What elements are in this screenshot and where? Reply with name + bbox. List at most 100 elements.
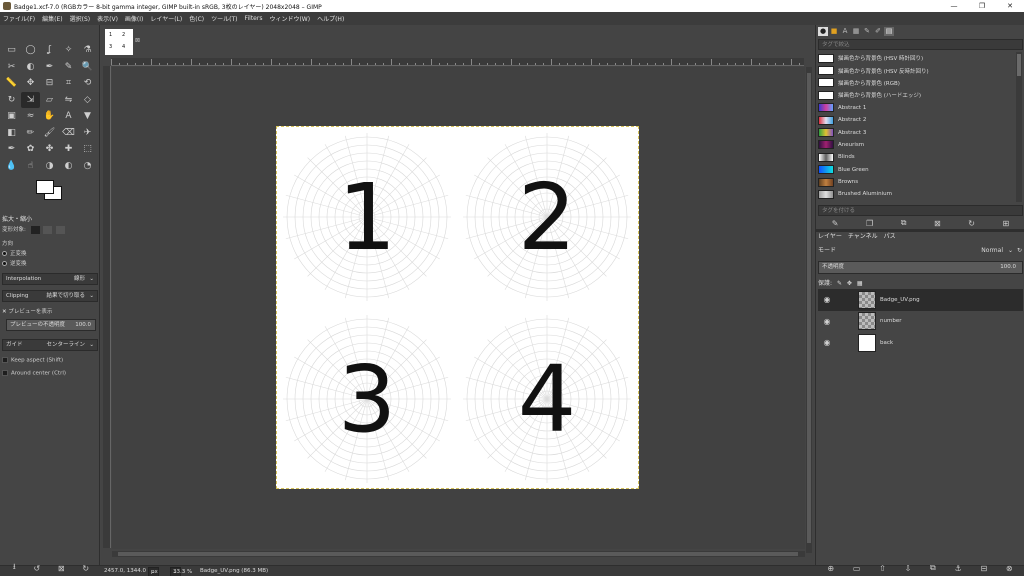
paint-dynamics-tab-icon[interactable]: ✐ [873, 27, 883, 36]
transform-selection-icon[interactable] [43, 225, 53, 234]
gradient-item[interactable]: 描画色から背景色 (ハードエッジ) [818, 89, 1016, 101]
clipping-select[interactable]: Clipping 結果で切り取る ⌄ [2, 290, 98, 302]
color-picker-tool-icon[interactable]: ✎ [59, 59, 78, 76]
gradient-button-3[interactable]: ⊠ [934, 219, 941, 228]
rotate-tool-icon[interactable]: ↻ [2, 92, 21, 109]
scissors-tool-icon[interactable]: ✂ [2, 59, 21, 76]
menu-item-7[interactable]: ツール(T) [211, 14, 237, 23]
gradient-button-1[interactable]: ❐ [866, 219, 873, 228]
tab-channels[interactable]: チャンネル [848, 231, 878, 240]
minimize-button[interactable]: — [940, 0, 968, 12]
menu-item-5[interactable]: レイヤー(L) [150, 14, 182, 23]
perspective-clone-tool-icon[interactable]: ⬚ [78, 141, 97, 158]
scale-tool-icon[interactable]: ⇲ [21, 91, 40, 108]
airbrush-tool-icon[interactable]: ✈ [78, 125, 97, 142]
horizontal-ruler[interactable] [111, 58, 804, 66]
gradient-item[interactable]: 描画色から背景色 (RGB) [818, 77, 1016, 89]
dodge-burn-tool-icon[interactable]: ◔ [78, 158, 97, 175]
menu-item-2[interactable]: 選択(S) [70, 14, 91, 23]
eye-icon[interactable]: ◉ [820, 317, 834, 326]
blur-tool-icon[interactable]: 💧 [2, 158, 21, 175]
image-tab-thumbnail[interactable]: 1 2 3 4 [105, 29, 133, 55]
layer-opacity-slider[interactable]: 不透明度 100.0 [818, 261, 1023, 274]
eye-icon[interactable]: ◉ [820, 295, 834, 304]
gradient-item[interactable]: 描画色から背景色 (HSV 反時計回り) [818, 64, 1016, 76]
shear-tool-icon[interactable]: ▱ [40, 92, 59, 109]
heal-tool-icon[interactable]: ✚ [59, 141, 78, 158]
smudge-tool-icon[interactable]: ☝ [21, 158, 40, 175]
scroll-thumb[interactable] [118, 552, 798, 556]
toolbox-button-3[interactable]: ↻ [82, 564, 89, 573]
lock-pixels-icon[interactable]: ✎ [837, 280, 842, 287]
lock-position-icon[interactable]: ✥ [847, 280, 852, 287]
scroll-thumb[interactable] [807, 73, 811, 543]
image-canvas[interactable]: 1 2 3 4 [276, 126, 639, 489]
eye-icon[interactable]: ◉ [820, 338, 834, 347]
close-button[interactable]: ✕ [996, 0, 1024, 12]
layer-button-6[interactable]: ⊟ [980, 564, 987, 573]
menu-item-1[interactable]: 編集(E) [42, 14, 62, 23]
gradient-button-5[interactable]: ⊞ [1003, 219, 1010, 228]
foreground-color-swatch[interactable] [36, 180, 54, 194]
blend-tool-icon[interactable]: ◧ [2, 125, 21, 142]
gradient-scrollbar[interactable] [1016, 52, 1022, 202]
foreground-select-tool-icon[interactable]: ◐ [21, 59, 40, 76]
gradient-item[interactable]: Abstract 1 [818, 102, 1016, 114]
direction-reverse-radio[interactable]: 逆変換 [2, 259, 27, 267]
gradient-button-2[interactable]: ⧉ [901, 218, 907, 228]
layer-button-4[interactable]: ⧉ [930, 563, 936, 573]
menu-item-9[interactable]: ウィンドウ(W) [269, 14, 310, 23]
menu-item-0[interactable]: ファイル(F) [3, 14, 35, 23]
transform-layer-icon[interactable] [30, 225, 40, 234]
flip-tool-icon[interactable]: ⇋ [59, 92, 78, 109]
layer-button-5[interactable]: ⚓ [955, 564, 962, 573]
menu-item-4[interactable]: 画像(I) [125, 14, 143, 23]
ink-tool-icon[interactable]: ✒ [2, 141, 21, 158]
layer-row[interactable]: ◉ number [818, 311, 1023, 333]
tab-paths[interactable]: パス [884, 231, 896, 240]
gradient-item[interactable]: Abstract 2 [818, 114, 1016, 126]
layer-button-3[interactable]: ⇩ [905, 564, 912, 573]
crop-tool-icon[interactable]: ⌗ [59, 75, 78, 92]
vertical-ruler[interactable] [103, 66, 111, 548]
close-tab-icon[interactable]: ⊠ [135, 37, 140, 44]
paintbrush-tool-icon[interactable]: 🖌 [40, 125, 59, 142]
gradient-item[interactable]: Abstract 3 [818, 126, 1016, 138]
text-tool-icon[interactable]: A [59, 108, 78, 125]
mypaint-tab-icon[interactable]: ✎ [862, 27, 872, 36]
layer-button-2[interactable]: ⇧ [879, 564, 886, 573]
free-select-tool-icon[interactable]: ʆ [40, 42, 59, 59]
warp-tool-icon[interactable]: ≈ [21, 108, 40, 125]
transform-path-icon[interactable] [56, 225, 66, 234]
layer-mode-row[interactable]: モード Normal ⌄ ↻ [818, 245, 1023, 257]
show-preview-checkbox[interactable]: ✕ プレビューを表示 [2, 307, 52, 315]
maximize-button[interactable]: ❐ [968, 0, 996, 12]
menu-item-8[interactable]: Filters [244, 15, 262, 22]
align-tool-icon[interactable]: ⊟ [40, 75, 59, 92]
measure-tool-icon[interactable]: 📏 [2, 75, 21, 92]
layer-row[interactable]: ◉ Badge_UV.png [818, 289, 1023, 311]
mode-value[interactable]: Normal [981, 245, 1003, 257]
vertical-scrollbar[interactable] [806, 67, 812, 553]
dodge-tool-icon[interactable]: ◑ [40, 158, 59, 175]
fg-bg-colors[interactable] [36, 180, 66, 204]
move-tool-icon[interactable]: ✥ [21, 75, 40, 92]
gradient-tag-assign[interactable]: タグを付ける [818, 205, 1023, 216]
fonts-tab-icon[interactable]: A [840, 27, 850, 36]
menu-item-6[interactable]: 色(C) [189, 14, 204, 23]
toolbox-button-2[interactable]: ⊠ [58, 564, 65, 573]
burn-tool-icon[interactable]: ◐ [59, 158, 78, 175]
paths-tool-icon[interactable]: ✒ [40, 59, 59, 76]
menu-item-3[interactable]: 表示(V) [97, 14, 118, 23]
rect-select-tool-icon[interactable]: ▭ [2, 42, 21, 59]
canvas-view[interactable]: 1 2 3 4 [112, 67, 805, 549]
fuzzy-select-tool-icon[interactable]: ✧ [59, 42, 78, 59]
lock-alpha-icon[interactable]: ▦ [857, 280, 863, 287]
cage-tool-icon[interactable]: ▣ [2, 108, 21, 125]
tab-layers[interactable]: レイヤー [818, 231, 842, 240]
toolbox-button-1[interactable]: ↺ [33, 564, 40, 573]
bucket-fill-tool-icon[interactable]: ▼ [78, 108, 97, 125]
eraser-tool-icon[interactable]: ⌫ [59, 125, 78, 142]
gradient-item[interactable]: Blue Green [818, 164, 1016, 176]
reset-mode-icon[interactable]: ↻ [1017, 245, 1022, 257]
